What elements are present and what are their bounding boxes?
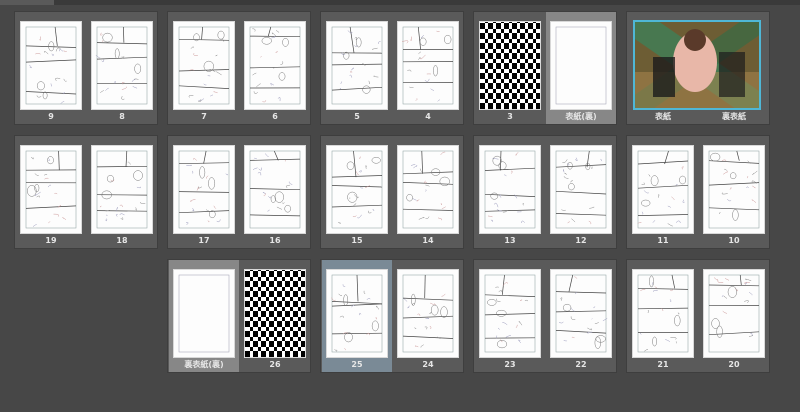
sketch-page [326, 21, 388, 110]
sketch-page [479, 145, 541, 234]
page-thumbnail[interactable]: 21 [628, 260, 698, 372]
page-number-label: 表紙(裏) [565, 112, 597, 121]
sketch-page [91, 145, 153, 234]
page-number-label: 19 [45, 236, 57, 245]
blank-page [173, 269, 235, 358]
page-number-label: 16 [269, 236, 281, 245]
page-thumbnail[interactable]: 13 [475, 136, 545, 248]
page-thumbnail[interactable]: 4 [393, 12, 463, 124]
page-thumbnail[interactable]: 11 [628, 136, 698, 248]
sketch-page [244, 145, 306, 234]
top-bar [0, 0, 800, 5]
page-number-label: 3 [507, 112, 513, 121]
page-number-label: 4 [425, 112, 431, 121]
page-spread[interactable]: 15 14 [320, 135, 464, 249]
page-thumbnail[interactable]: 14 [393, 136, 463, 248]
sketch-page [703, 269, 765, 358]
page-thumbnail[interactable]: 25 [322, 260, 392, 372]
page-number-label: 17 [198, 236, 210, 245]
page-thumbnail[interactable]: 23 [475, 260, 545, 372]
sketch-page [397, 21, 459, 110]
page-thumbnail[interactable]: 表紙(裏) [546, 12, 616, 124]
sketch-page [326, 145, 388, 234]
sketch-page [20, 145, 82, 234]
sketch-page [173, 145, 235, 234]
page-number-label: 18 [116, 236, 128, 245]
sketch-page [397, 269, 459, 358]
page-spread[interactable]: 13 12 [473, 135, 617, 249]
page-spread[interactable]: 98 [14, 11, 158, 125]
page-number-label: 11 [657, 236, 669, 245]
sketch-page [244, 21, 306, 110]
page-thumbnail[interactable]: 19 [16, 136, 86, 248]
page-thumbnail[interactable]: 24 [393, 260, 463, 372]
page-spread[interactable]: 11 10 [626, 135, 770, 249]
page-thumbnail[interactable]: 7 [169, 12, 239, 124]
page-spread[interactable]: 76 [167, 11, 311, 125]
page-thumbnail[interactable]: 15 [322, 136, 392, 248]
sketch-page [326, 269, 388, 358]
page-number-label: 26 [269, 360, 281, 369]
top-tab[interactable] [0, 0, 54, 5]
page-thumbnail[interactable]: 12 [546, 136, 616, 248]
page-thumbnail[interactable]: 9 [16, 12, 86, 124]
sketch-page [479, 269, 541, 358]
sketch-page [397, 145, 459, 234]
page-spread[interactable]: 3 表紙(裏) [473, 11, 617, 125]
page-number-label: 8 [119, 112, 125, 121]
page-spread[interactable]: 裏表紙(裏) 26 [167, 259, 311, 373]
sketch-page [173, 21, 235, 110]
page-number-label: 22 [575, 360, 587, 369]
page-thumbnail[interactable]: 22 [546, 260, 616, 372]
page-thumbnail[interactable]: 5 [322, 12, 392, 124]
sketch-page [91, 21, 153, 110]
page-number-label: 12 [575, 236, 587, 245]
cover-illustration[interactable] [633, 20, 761, 110]
sketch-page [703, 145, 765, 234]
blank-page [550, 21, 612, 110]
sketch-page [20, 21, 82, 110]
page-number-label: 13 [504, 236, 516, 245]
page-spread[interactable]: 17 16 [167, 135, 311, 249]
page-spread[interactable]: 25 24 [320, 259, 464, 373]
page-thumbnail[interactable]: 20 [699, 260, 769, 372]
page-number-label: 15 [351, 236, 363, 245]
page-number-label: 7 [201, 112, 207, 121]
page-thumbnail[interactable]: 裏表紙(裏) [169, 260, 239, 372]
page-thumbnail[interactable]: 10 [699, 136, 769, 248]
page-thumbnail[interactable]: 18 [87, 136, 157, 248]
sketch-page [632, 269, 694, 358]
sketch-page [632, 145, 694, 234]
page-spread[interactable]: 54 [320, 11, 464, 125]
page-thumbnail[interactable]: 8 [87, 12, 157, 124]
page-thumbnail[interactable]: 16 [240, 136, 310, 248]
page-spread[interactable]: 23 22 [473, 259, 617, 373]
sketch-page [550, 269, 612, 358]
page-number-label: 14 [422, 236, 434, 245]
stripe-pattern-page [244, 269, 306, 358]
page-spread[interactable]: 表紙 裏表紙 [626, 11, 770, 125]
page-number-label: 25 [351, 360, 363, 369]
page-thumbnail[interactable]: 3 [475, 12, 545, 124]
page-number-label: 裏表紙(裏) [184, 360, 224, 369]
page-number-label: 24 [422, 360, 434, 369]
page-number-label: 9 [48, 112, 54, 121]
page-number-label: 21 [657, 360, 669, 369]
page-number-label: 裏表紙 [722, 112, 746, 121]
page-number-label: 表紙 [655, 112, 671, 121]
page-number-label: 5 [354, 112, 360, 121]
page-number-label: 20 [728, 360, 740, 369]
page-thumbnail[interactable]: 17 [169, 136, 239, 248]
page-number-label: 10 [728, 236, 740, 245]
sketch-page [550, 145, 612, 234]
page-spread[interactable]: 19 18 [14, 135, 158, 249]
page-thumbnail[interactable]: 26 [240, 260, 310, 372]
page-spread[interactable]: 21 20 [626, 259, 770, 373]
page-thumbnail[interactable]: 6 [240, 12, 310, 124]
page-number-label: 6 [272, 112, 278, 121]
page-number-label: 23 [504, 360, 516, 369]
stripe-pattern-page [479, 21, 541, 110]
